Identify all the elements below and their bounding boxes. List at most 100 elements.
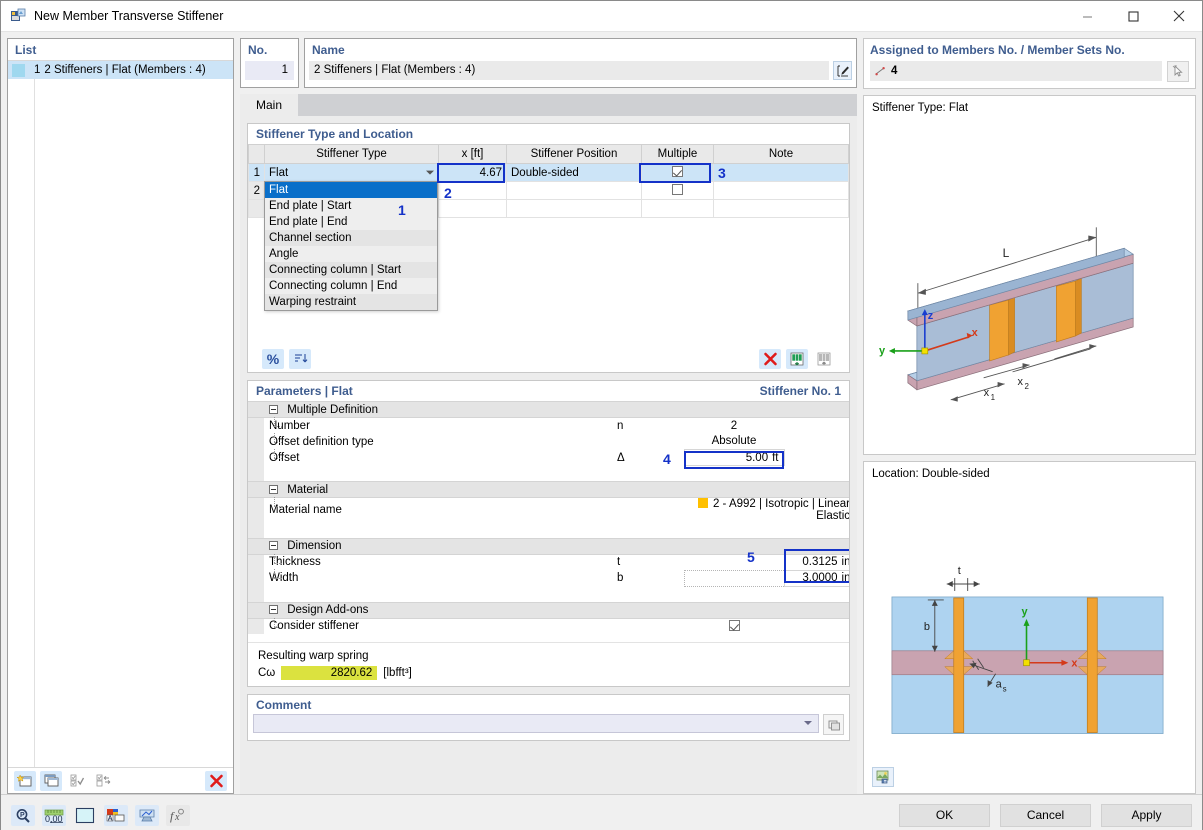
minimize-button[interactable] [1064, 1, 1110, 32]
cell-multiple[interactable] [641, 163, 714, 182]
dropdown-option[interactable]: Angle [265, 246, 437, 262]
param-value[interactable]: 2 [684, 417, 784, 434]
apply-button[interactable]: Apply [1101, 803, 1192, 827]
multiple-checkbox[interactable] [672, 166, 683, 177]
units-button[interactable]: 0,00 [42, 804, 66, 826]
section-header[interactable]: Design Add-ons [248, 601, 849, 619]
color-button[interactable] [73, 805, 97, 826]
tab-main[interactable]: Main [240, 94, 299, 116]
info-button[interactable]: P [11, 804, 35, 826]
location-caption: Location: Double-sided [872, 468, 990, 481]
dropdown-option[interactable]: Connecting column | End [265, 278, 437, 294]
col-stiffener-position[interactable]: Stiffener Position [506, 144, 642, 164]
parameter-row[interactable]: Number n 2 [248, 416, 849, 434]
warp-spring-title: Resulting warp spring [258, 650, 369, 662]
parameter-row[interactable]: Material name 2 - A992 | Isotropic | Lin… [248, 496, 849, 522]
footer-actions: OK Cancel Apply [899, 803, 1192, 827]
col-stiffener-type[interactable]: Stiffener Type [264, 144, 439, 164]
consider-stiffener-checkbox[interactable] [728, 619, 740, 631]
table-row[interactable]: 1 Flat 4.67 Double-sided [248, 163, 849, 182]
dropdown-option[interactable]: End plate | Start [265, 198, 437, 214]
cell-stiffener-position[interactable] [506, 181, 642, 200]
col-x[interactable]: x [ft] [438, 144, 507, 164]
dropdown-option[interactable]: End plate | End [265, 214, 437, 230]
section-header[interactable]: Multiple Definition [248, 401, 849, 418]
label-x1-sub: 1 [991, 393, 996, 402]
parameter-row[interactable]: Thickness t 0.3125 in [248, 553, 849, 571]
warp-spring-value: 2820.62 [281, 666, 378, 680]
cell-x[interactable]: 4.67 [438, 163, 507, 182]
svg-text:0,00: 0,00 [45, 814, 63, 823]
chevron-down-icon[interactable] [804, 721, 812, 725]
export-excel-button[interactable] [786, 349, 808, 369]
cell-stiffener-position[interactable]: Double-sided [506, 163, 642, 182]
param-symbol [612, 618, 684, 634]
name-input[interactable]: 2 Stiffeners | Flat (Members : 4) [309, 61, 829, 80]
stiffener-type-dropdown[interactable]: Flat End plate | Start End plate | End C… [264, 181, 438, 311]
thickness-value: 0.3125 [802, 556, 838, 568]
cell-multiple[interactable] [641, 181, 714, 200]
thickness-input[interactable]: 0.3125 in [783, 553, 849, 571]
pick-members-button[interactable] [1167, 61, 1189, 82]
chevron-down-icon[interactable] [426, 170, 434, 175]
section-header[interactable]: Material [248, 481, 849, 498]
close-button[interactable] [1156, 1, 1202, 32]
view-button[interactable] [135, 804, 159, 826]
dropdown-option[interactable]: Flat [265, 182, 437, 198]
percent-button[interactable]: % [262, 349, 284, 369]
parameters-group: Parameters | Flat Stiffener No. 1 Multip… [247, 380, 850, 687]
parameter-row[interactable]: Width b 3.0000 in [248, 569, 849, 587]
formula-button[interactable]: f x [166, 804, 190, 826]
render-settings-button[interactable] [872, 767, 894, 787]
annotation-number-4: 4 [663, 451, 671, 467]
parameter-row[interactable]: Offset definition type Absolute [248, 432, 849, 450]
import-excel-button[interactable] [813, 349, 835, 369]
param-label: Thickness [264, 553, 612, 570]
warp-spring-unit: [lbfft³] [383, 667, 412, 679]
comment-input[interactable] [253, 714, 819, 733]
consider-stiffener-cell[interactable] [684, 618, 784, 634]
parameter-row[interactable]: Offset Δ 5.00 ft [248, 448, 849, 466]
material-value-cell[interactable]: 2 - A992 | Isotropic | Linear Elastic [684, 497, 849, 522]
cell-note[interactable] [713, 181, 849, 200]
delete-row-button[interactable] [759, 349, 781, 369]
delete-item-button[interactable] [205, 770, 227, 791]
copy-item-button[interactable] [40, 770, 62, 791]
cell-stiffener-type[interactable]: Flat [264, 163, 439, 182]
number-value[interactable]: 1 [245, 61, 294, 80]
param-value[interactable]: Absolute [684, 433, 784, 450]
section-header[interactable]: Dimension [248, 537, 849, 555]
collapse-icon[interactable] [269, 484, 278, 494]
new-item-button[interactable] [14, 770, 36, 791]
select-all-button[interactable] [66, 771, 88, 791]
cancel-button[interactable]: Cancel [1000, 803, 1091, 827]
ok-button[interactable]: OK [899, 803, 990, 827]
parameter-row[interactable]: Consider stiffener [248, 617, 849, 634]
col-multiple[interactable]: Multiple [641, 144, 714, 164]
col-note[interactable]: Note [713, 144, 849, 164]
section-header-cell: Material [264, 481, 849, 498]
comment-copy-button[interactable] [823, 714, 844, 735]
multiple-checkbox[interactable] [672, 184, 683, 195]
dropdown-option[interactable]: Channel section [265, 230, 437, 246]
edit-pencil-icon[interactable] [833, 61, 852, 80]
dropdown-option[interactable]: Warping restraint [265, 294, 437, 310]
collapse-icon[interactable] [269, 605, 278, 615]
invert-selection-button[interactable] [92, 771, 114, 791]
maximize-button[interactable] [1110, 1, 1156, 32]
cell-note[interactable] [713, 163, 849, 182]
comment-group: Comment [247, 694, 850, 741]
width-input[interactable]: 3.0000 in [783, 569, 849, 587]
parameters-title-text: Parameters | Flat [256, 384, 353, 398]
dropdown-option[interactable]: Connecting column | Start [265, 262, 437, 278]
list-item[interactable]: 1 2 Stiffeners | Flat (Members : 4) [8, 61, 233, 79]
comment-title-text: Comment [256, 698, 312, 712]
assigned-members-input[interactable]: 4 [870, 61, 1162, 81]
collapse-icon[interactable] [269, 541, 278, 551]
display-properties-button[interactable]: A [104, 804, 128, 826]
param-unit [784, 618, 849, 634]
sort-button[interactable] [289, 349, 311, 369]
cell-empty [713, 199, 849, 218]
offset-input[interactable]: 5.00 ft [683, 449, 785, 466]
collapse-icon[interactable] [269, 404, 278, 414]
